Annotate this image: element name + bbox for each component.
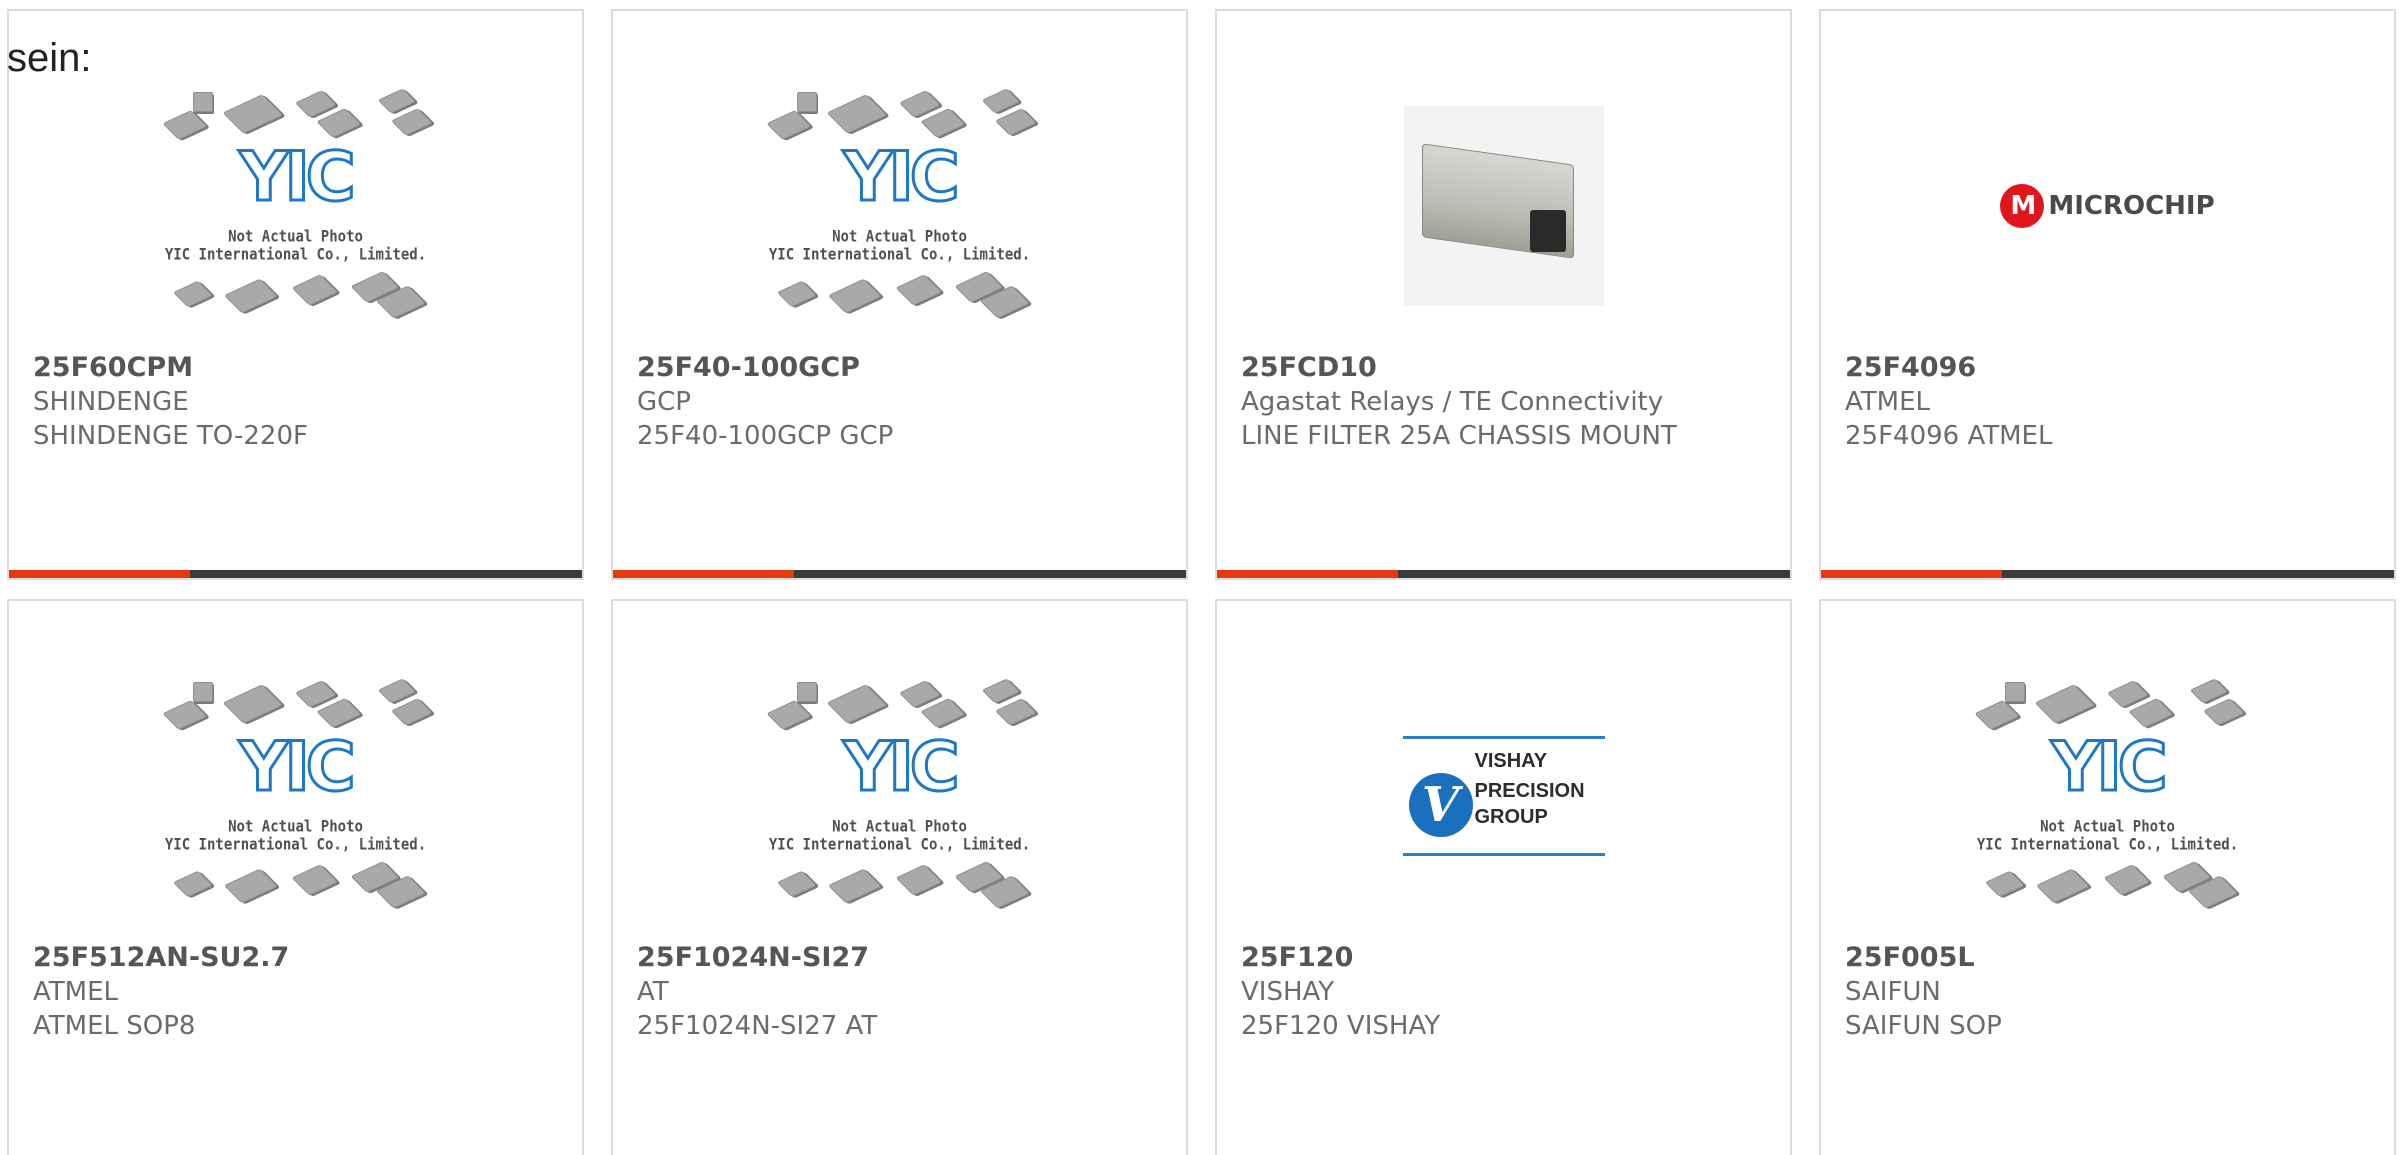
vishay-mark-icon: V [1408,773,1473,837]
microchip-logo: M MICROCHIP [2000,184,2215,228]
product-grid-page: sein: YIC Not Actual Photo YIC Internati… [0,0,2400,1155]
part-number[interactable]: 25F60CPM [33,351,562,385]
product-description: LINE FILTER 25A CHASSIS MOUNT [1241,421,1677,451]
product-info: 25F512AN-SU2.7 ATMEL ATMEL SOP8 [33,941,562,1043]
yic-logo: YIC [842,728,961,807]
placeholder-caption-company: YIC International Co., Limited. [164,835,427,855]
card-bottom-bar [1821,570,2394,578]
product-card[interactable]: YIC Not Actual Photo YIC International C… [7,599,584,1155]
product-card[interactable]: 25FCD10 Agastat Relays / TE Connectivity… [1215,9,1792,580]
product-description: ATMEL SOP8 [33,1011,196,1041]
product-description: SHINDENGE TO-220F [33,421,308,451]
product-info: 25F120 VISHAY 25F120 VISHAY [1241,941,1770,1043]
yic-logo: YIC [842,138,961,217]
product-info: 25F4096 ATMEL 25F4096 ATMEL [1845,351,2374,453]
brand-name: VISHAY [1241,977,1335,1007]
yic-logo: YIC [238,728,357,807]
microchip-wordmark: MICROCHIP [2048,191,2215,221]
placeholder-chips-image: YIC Not Actual Photo YIC International C… [1973,676,2245,916]
brand-name: ATMEL [1845,387,1930,417]
brand-name: SAIFUN [1845,977,1941,1007]
placeholder-chips-image: YIC Not Actual Photo YIC International C… [765,676,1037,916]
product-card[interactable]: M MICROCHIP 25F4096 ATMEL 25F4096 ATMEL [1819,9,2396,580]
card-bottom-bar [9,570,582,578]
brand-name: SHINDENGE [33,387,189,417]
product-description: 25F120 VISHAY [1241,1011,1441,1041]
brand-name: ATMEL [33,977,118,1007]
product-image[interactable]: M MICROCHIP [1821,61,2394,351]
product-image[interactable]: YIC Not Actual Photo YIC International C… [9,61,582,351]
placeholder-caption-company: YIC International Co., Limited. [768,245,1031,265]
product-image[interactable]: YIC Not Actual Photo YIC International C… [1821,651,2394,941]
placeholder-caption-company: YIC International Co., Limited. [164,245,427,265]
card-bottom-bar [1217,570,1790,578]
product-image[interactable]: YIC Not Actual Photo YIC International C… [613,61,1186,351]
product-info: 25F60CPM SHINDENGE SHINDENGE TO-220F [33,351,562,453]
card-bottom-bar [613,570,1186,578]
intro-text: sein: [7,36,92,80]
product-description: 25F1024N-SI27 AT [637,1011,878,1041]
part-number[interactable]: 25F120 [1241,941,1770,975]
brand-name: AT [637,977,669,1007]
product-info: 25F1024N-SI27 AT 25F1024N-SI27 AT [637,941,1166,1043]
part-number[interactable]: 25F40-100GCP [637,351,1166,385]
product-image[interactable]: YIC Not Actual Photo YIC International C… [9,651,582,941]
part-number[interactable]: 25F512AN-SU2.7 [33,941,562,975]
product-image[interactable]: V VISHAY PRECISION GROUP [1217,651,1790,941]
yic-logo: YIC [238,138,357,217]
product-image[interactable]: YIC Not Actual Photo YIC International C… [613,651,1186,941]
product-card[interactable]: YIC Not Actual Photo YIC International C… [611,9,1188,580]
product-description: SAIFUN SOP [1845,1011,2002,1041]
product-card[interactable]: V VISHAY PRECISION GROUP 25F120 VISHAY 2… [1215,599,1792,1155]
product-card[interactable]: YIC Not Actual Photo YIC International C… [611,599,1188,1155]
product-info: 25F40-100GCP GCP 25F40-100GCP GCP [637,351,1166,453]
product-image[interactable] [1217,61,1790,351]
product-info: 25FCD10 Agastat Relays / TE Connectivity… [1241,351,1770,453]
brand-name: Agastat Relays / TE Connectivity [1241,387,1664,417]
vishay-logo-text-3: GROUP [1474,806,1548,828]
part-number[interactable]: 25F4096 [1845,351,2374,385]
product-description: 25F40-100GCP GCP [637,421,894,451]
placeholder-caption-company: YIC International Co., Limited. [768,835,1031,855]
part-number[interactable]: 25F005L [1845,941,2374,975]
part-number[interactable]: 25FCD10 [1241,351,1770,385]
product-info: 25F005L SAIFUN SAIFUN SOP [1845,941,2374,1043]
product-card[interactable]: YIC Not Actual Photo YIC International C… [1819,599,2396,1155]
placeholder-chips-image: YIC Not Actual Photo YIC International C… [765,86,1037,326]
part-number[interactable]: 25F1024N-SI27 [637,941,1166,975]
yic-logo: YIC [2050,728,2169,807]
placeholder-chips-image: YIC Not Actual Photo YIC International C… [161,86,433,326]
microchip-mark-icon: M [2000,184,2045,228]
vishay-logo-text: VISHAY [1474,750,1548,772]
product-card[interactable]: YIC Not Actual Photo YIC International C… [7,9,584,580]
vishay-logo-text-2: PRECISION [1474,780,1585,802]
placeholder-chips-image: YIC Not Actual Photo YIC International C… [161,676,433,916]
line-filter-photo [1403,106,1604,306]
product-description: 25F4096 ATMEL [1845,421,2053,451]
brand-name: GCP [637,387,691,417]
placeholder-caption-company: YIC International Co., Limited. [1976,835,2239,855]
vishay-logo: V VISHAY PRECISION GROUP [1402,736,1605,856]
